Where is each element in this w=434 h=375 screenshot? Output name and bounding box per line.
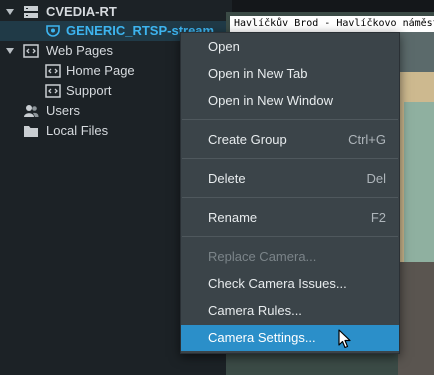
tree-item-home-page[interactable]: Home Page bbox=[0, 61, 180, 81]
chevron-down-icon[interactable] bbox=[6, 9, 14, 15]
server-label: CVEDIA-RT bbox=[46, 4, 117, 19]
menu-item-camera-rules-label: Camera Rules... bbox=[208, 303, 302, 318]
camera-overlay-title: Havlíčkův Brod - Havlíčkovo náměstí bbox=[230, 16, 434, 32]
street bbox=[398, 262, 434, 375]
menu-item-delete[interactable]: Delete Del bbox=[181, 166, 399, 192]
menu-item-create-group-label: Create Group bbox=[208, 132, 287, 147]
shortcut-del: Del bbox=[366, 171, 386, 186]
menu-separator bbox=[182, 119, 398, 120]
support-label: Support bbox=[66, 83, 112, 98]
tree-item-web-pages[interactable]: Web Pages bbox=[0, 41, 180, 61]
menu-item-open-label: Open bbox=[208, 39, 240, 54]
shortcut-f2: F2 bbox=[370, 210, 386, 225]
menu-item-open-new-tab-label: Open in New Tab bbox=[208, 66, 308, 81]
menu-item-replace-camera: Replace Camera... bbox=[181, 244, 399, 270]
menu-item-replace-camera-label: Replace Camera... bbox=[208, 249, 317, 264]
menu-item-open[interactable]: Open bbox=[181, 34, 399, 60]
tree-item-server[interactable]: CVEDIA-RT bbox=[0, 2, 232, 22]
menu-item-check-camera-issues-label: Check Camera Issues... bbox=[208, 276, 347, 291]
menu-separator bbox=[182, 158, 398, 159]
tree-item-local-files[interactable]: Local Files bbox=[0, 121, 180, 141]
users-label: Users bbox=[46, 103, 80, 118]
chevron-down-icon[interactable] bbox=[6, 48, 14, 54]
menu-item-open-new-window-label: Open in New Window bbox=[208, 93, 333, 108]
context-menu: Open Open in New Tab Open in New Window … bbox=[180, 32, 400, 354]
menu-item-camera-settings[interactable]: Camera Settings... bbox=[181, 325, 399, 351]
menu-item-delete-label: Delete bbox=[208, 171, 246, 186]
menu-item-open-new-window[interactable]: Open in New Window bbox=[181, 88, 399, 114]
menu-item-camera-settings-label: Camera Settings... bbox=[208, 330, 316, 345]
menu-item-rename-label: Rename bbox=[208, 210, 258, 225]
web-pages-label: Web Pages bbox=[46, 43, 113, 58]
local-files-label: Local Files bbox=[46, 123, 109, 138]
menu-item-rename[interactable]: Rename F2 bbox=[181, 205, 399, 231]
tree-item-users[interactable]: Users bbox=[0, 101, 180, 121]
menu-item-create-group[interactable]: Create Group Ctrl+G bbox=[181, 127, 399, 153]
menu-separator bbox=[182, 197, 398, 198]
folder-icon bbox=[23, 123, 39, 145]
home-page-label: Home Page bbox=[66, 63, 135, 78]
shortcut-ctrl-g: Ctrl+G bbox=[348, 132, 386, 147]
menu-item-camera-rules[interactable]: Camera Rules... bbox=[181, 298, 399, 324]
menu-item-open-new-tab[interactable]: Open in New Tab bbox=[181, 61, 399, 87]
mouse-cursor-icon bbox=[338, 329, 352, 354]
menu-separator bbox=[182, 236, 398, 237]
tree-item-support[interactable]: Support bbox=[0, 81, 180, 101]
menu-item-check-camera-issues[interactable]: Check Camera Issues... bbox=[181, 271, 399, 297]
